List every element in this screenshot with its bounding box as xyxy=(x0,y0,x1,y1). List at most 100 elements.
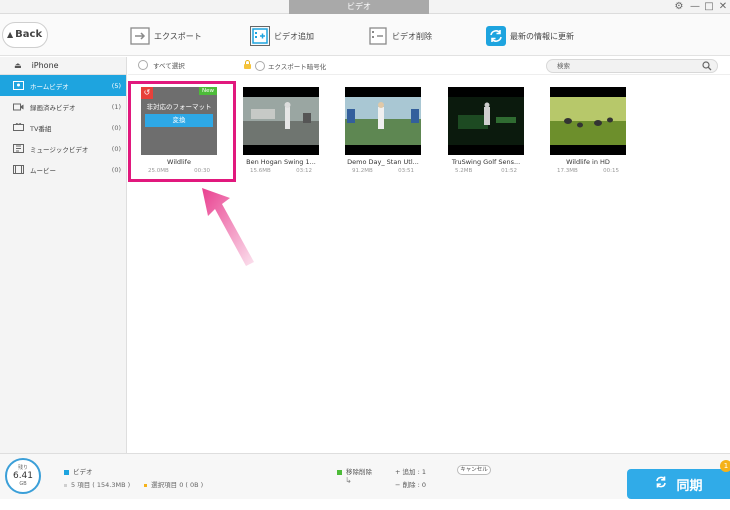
video-duration: 03:51 xyxy=(398,168,414,174)
video-thumbnail[interactable] xyxy=(243,87,319,155)
video-meta: 5.2MB 01:52 xyxy=(448,168,524,174)
sidebar-item-count: (0) xyxy=(111,123,121,132)
delete-video-icon xyxy=(368,26,388,46)
sidebar-item-count: (1) xyxy=(111,102,121,111)
select-all-toggle[interactable]: すべて選択 xyxy=(138,60,185,70)
sidebar-item-music-video[interactable]: ミュージックビデオ (0) xyxy=(0,138,126,159)
export-label: エクスポート xyxy=(154,31,202,41)
add-count: + 追加 : 1 xyxy=(395,468,426,476)
category-label: ビデオ xyxy=(73,468,93,476)
eject-icon[interactable]: ⏏ xyxy=(14,61,22,70)
storage-value: 6.41 xyxy=(12,471,34,481)
sync-count-badge: 1 xyxy=(720,460,730,472)
category-color-icon xyxy=(64,469,69,475)
film-icon xyxy=(12,165,24,174)
video-name: TruSwing Golf Sens... xyxy=(451,158,521,166)
refresh-button[interactable]: 最新の情報に更新 xyxy=(486,22,574,50)
minus-icon: − xyxy=(395,481,403,489)
select-all-label: すべて選択 xyxy=(153,62,185,70)
minimize-button[interactable]: — xyxy=(688,0,702,14)
video-size: 15.6MB xyxy=(250,168,271,174)
video-thumbnail[interactable] xyxy=(345,87,421,155)
sidebar-item-label: ホームビデオ xyxy=(30,82,69,91)
video-item[interactable]: TruSwing Golf Sens... 5.2MB 01:52 xyxy=(448,87,524,174)
refresh-label: 最新の情報に更新 xyxy=(510,31,574,41)
select-all-checkbox[interactable] xyxy=(138,60,148,70)
search-icon[interactable] xyxy=(702,61,712,75)
export-icon xyxy=(130,26,150,46)
video-duration: 01:52 xyxy=(501,168,517,174)
back-label: Back xyxy=(15,29,43,40)
video-meta: 15.6MB 03:12 xyxy=(243,168,319,174)
video-duration: 03:12 xyxy=(296,168,312,174)
sidebar-item-movies[interactable]: ムービー (0) xyxy=(0,159,126,180)
sidebar-item-home-video[interactable]: ホームビデオ (5) xyxy=(0,75,126,96)
export-button[interactable]: エクスポート xyxy=(130,22,202,50)
lock-icon xyxy=(243,60,252,71)
maximize-button[interactable]: □ xyxy=(702,0,716,14)
export-encryption-checkbox[interactable] xyxy=(255,60,265,71)
sidebar: ⏏ iPhone ホームビデオ (5) 録画済みビデオ (1) TV番組 (0)… xyxy=(0,57,127,453)
close-button[interactable]: ✕ xyxy=(716,0,730,14)
video-meta: 17.3MB 00:15 xyxy=(550,168,626,174)
pending-color-icon xyxy=(337,469,342,475)
video-name: Ben Hogan Swing 1... xyxy=(246,158,316,166)
storage-label: 残り xyxy=(17,465,28,471)
refresh-icon xyxy=(486,26,506,46)
cancel-button[interactable]: キャンセル xyxy=(457,465,491,475)
delete-video-button[interactable]: ビデオ削除 xyxy=(368,22,432,50)
window-title: ビデオ xyxy=(289,0,429,14)
add-video-button[interactable]: ビデオ追加 xyxy=(250,22,314,50)
video-size: 5.2MB xyxy=(455,168,473,174)
video-name: Demo Day_ Stan Utl... xyxy=(347,158,419,166)
storage-indicator: 残り 6.41 GB xyxy=(5,458,41,494)
storage-unit: GB xyxy=(19,481,27,487)
device-header[interactable]: ⏏ iPhone xyxy=(0,57,126,75)
video-meta: 91.2MB 03:51 xyxy=(345,168,421,174)
sidebar-item-count: (5) xyxy=(111,81,121,90)
sidebar-item-count: (0) xyxy=(111,165,121,174)
video-size: 91.2MB xyxy=(352,168,373,174)
export-encryption-label: エクスポート暗号化 xyxy=(268,62,327,71)
device-name: iPhone xyxy=(31,61,59,70)
export-encryption-toggle[interactable]: エクスポート暗号化 xyxy=(243,60,326,71)
highlight-frame xyxy=(128,81,236,182)
music-video-icon xyxy=(12,144,24,153)
selected-summary: 選択項目 0 ( 0B ) xyxy=(144,479,203,489)
sidebar-item-label: ムービー xyxy=(30,166,56,175)
video-item[interactable]: Demo Day_ Stan Utl... 91.2MB 03:51 xyxy=(345,87,421,174)
pointer-arrow-icon xyxy=(202,188,254,266)
video-duration: 00:15 xyxy=(603,168,619,174)
video-thumbnail[interactable] xyxy=(448,87,524,155)
sidebar-item-tv-shows[interactable]: TV番組 (0) xyxy=(0,117,126,138)
status-bar: 残り 6.41 GB ビデオ 5 項目 ( 154.3MB ) 選択項目 0 (… xyxy=(0,453,730,499)
home-video-icon xyxy=(12,81,24,90)
search-placeholder: 検索 xyxy=(557,62,570,70)
sidebar-item-label: ミュージックビデオ xyxy=(30,145,89,154)
add-video-label: ビデオ追加 xyxy=(274,31,314,41)
video-item[interactable]: Wildlife in HD 17.3MB 00:15 xyxy=(550,87,626,174)
sidebar-item-count: (0) xyxy=(111,144,121,153)
title-bar: ビデオ ⚙ — □ ✕ xyxy=(0,0,730,14)
search-input[interactable]: 検索 xyxy=(546,59,718,73)
video-item[interactable]: Ben Hogan Swing 1... 15.6MB 03:12 xyxy=(243,87,319,174)
camera-icon xyxy=(12,102,24,111)
tv-icon xyxy=(12,123,24,132)
sidebar-item-label: TV番組 xyxy=(30,124,52,133)
delete-count: − 削除 : 0 xyxy=(395,481,426,489)
plus-icon: + xyxy=(395,468,403,476)
items-summary: 5 項目 ( 154.3MB ) xyxy=(64,479,130,489)
sidebar-item-recorded-video[interactable]: 録画済みビデオ (1) xyxy=(0,96,126,117)
back-button[interactable]: ▲ Back xyxy=(2,22,48,48)
pending-delete-label: 移除削除 xyxy=(346,468,372,476)
video-name: Wildlife in HD xyxy=(566,158,610,166)
settings-icon[interactable]: ⚙ xyxy=(672,0,686,14)
video-thumbnail[interactable] xyxy=(550,87,626,155)
filter-bar: すべて選択 エクスポート暗号化 検索 xyxy=(128,57,730,75)
toolbar: ▲ Back エクスポート ビデオ追加 ビデオ削除 最新の情報に更新 xyxy=(0,14,730,56)
pending-delete-legend: 移除削除 xyxy=(337,466,372,476)
delete-video-label: ビデオ削除 xyxy=(392,31,432,41)
sync-button[interactable]: 同期 xyxy=(627,469,730,499)
corner-arrow-icon: ↳ xyxy=(345,476,352,485)
chevron-up-icon: ▲ xyxy=(7,30,14,39)
